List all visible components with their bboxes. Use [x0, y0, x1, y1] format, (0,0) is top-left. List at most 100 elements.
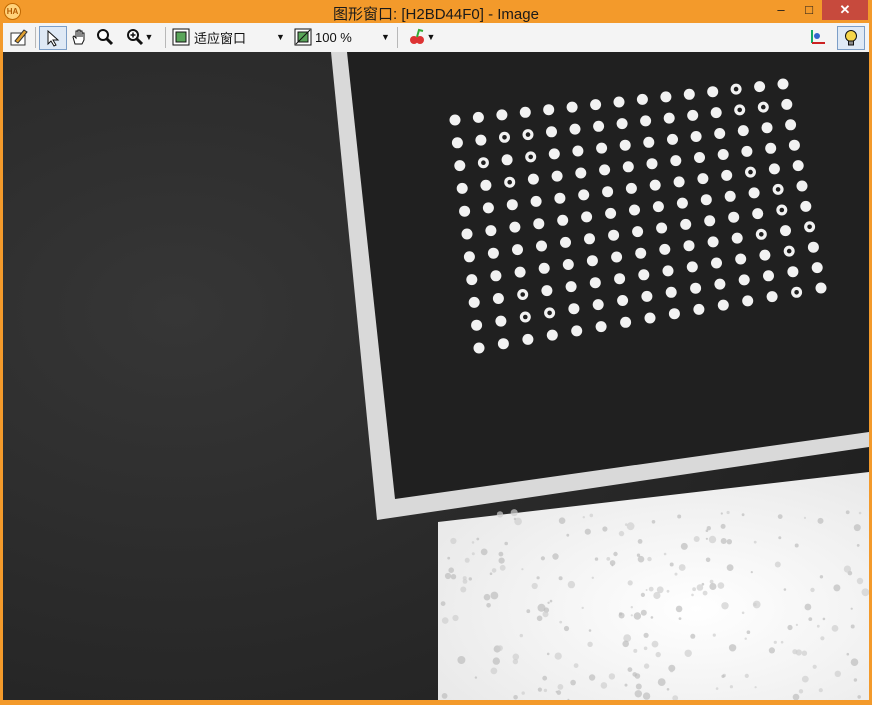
calibration-dot [780, 225, 791, 237]
foam-speckle [448, 567, 455, 573]
foam-speckle [651, 640, 659, 648]
foam-speckle [489, 572, 493, 575]
calibration-dot [512, 244, 523, 256]
calibration-dot [752, 208, 764, 220]
foam-speckle [546, 652, 550, 656]
foam-speckle [450, 574, 457, 580]
fit-mode-dropdown[interactable]: 适应窗口 ▼ [171, 26, 291, 48]
foam-speckle [633, 612, 642, 620]
foam-speckle [587, 641, 593, 647]
foam-speckle [674, 572, 678, 576]
zoom-level-dropdown[interactable]: 100 % ▼ [293, 26, 391, 48]
pan-tool-button[interactable] [67, 26, 91, 48]
calibration-dot [480, 179, 492, 191]
magnifier-icon [95, 27, 115, 47]
maximize-button[interactable]: □ [796, 0, 822, 20]
foam-speckle [556, 690, 562, 695]
calibration-dot [566, 101, 578, 113]
foam-speckle [741, 611, 745, 615]
calibration-dot [665, 286, 677, 298]
calibration-dot [765, 142, 777, 154]
calibration-dot [690, 282, 702, 294]
foam-speckle [588, 629, 592, 632]
calibration-dot [640, 115, 652, 127]
foam-speckle [570, 679, 576, 686]
foam-speckle [746, 630, 751, 634]
foam-speckle [787, 624, 793, 631]
edit-properties-button[interactable] [7, 26, 31, 48]
info-light-button[interactable] [837, 26, 865, 50]
foam-speckle [777, 514, 783, 519]
calibration-dot [663, 112, 675, 124]
calibration-dot [707, 86, 719, 98]
foam-speckle [795, 649, 802, 656]
foam-speckle [726, 564, 734, 571]
calibration-dot [551, 170, 563, 182]
foam-speckle [684, 649, 692, 657]
calibration-dot [533, 218, 545, 230]
calibration-dot [694, 152, 705, 163]
foam-speckle [801, 650, 808, 656]
calibration-dot [554, 192, 566, 204]
coordinate-tool-button[interactable] [805, 26, 829, 48]
foam-speckle [613, 551, 618, 557]
magnify-tool-button[interactable] [93, 26, 117, 48]
foam-speckle [558, 517, 566, 524]
calibration-dot [724, 190, 736, 202]
calibration-dot [546, 126, 557, 138]
calibration-dot [673, 176, 685, 188]
foam-speckle [780, 640, 784, 644]
foam-speckle [645, 589, 648, 591]
foam-speckle [677, 514, 682, 519]
calibration-dot [632, 226, 644, 238]
foam-speckle [853, 678, 858, 682]
foam-speckle [513, 517, 517, 521]
zoom-tool-dropdown[interactable]: ▼ [119, 26, 159, 48]
foam-speckle [709, 583, 717, 590]
close-button[interactable]: ✕ [822, 0, 868, 20]
calibration-dot [788, 139, 800, 151]
calibration-dot [546, 329, 558, 341]
calibration-ring-marker [737, 107, 742, 113]
calibration-dot [482, 202, 494, 214]
calibration-dot [792, 160, 804, 172]
foam-speckle [643, 632, 649, 638]
image-canvas[interactable] [3, 52, 869, 700]
chevron-down-icon: ▼ [144, 32, 154, 42]
foam-speckle [819, 575, 824, 579]
foam-speckle [512, 653, 520, 661]
foam-speckle [492, 657, 500, 665]
calibration-dot [635, 247, 647, 259]
window-title: 图形窗口: [H2BD44F0] - Image [333, 6, 539, 23]
foam-speckle [536, 576, 540, 580]
foam-speckle [721, 674, 725, 678]
calibration-dot [742, 295, 754, 307]
foam-speckle [643, 646, 648, 651]
calibration-dot [815, 282, 827, 294]
calibration-dot [676, 197, 688, 209]
calibration-dot [644, 312, 656, 324]
title-bar[interactable]: HA 图形窗口: [H2BD44F0] - Image – □ ✕ [0, 0, 872, 23]
foam-speckle [537, 687, 543, 692]
foam-speckle [647, 556, 652, 562]
foam-speckle [637, 555, 645, 563]
calibration-dot [619, 139, 631, 151]
zoom-level-icon [293, 27, 313, 47]
minimize-button[interactable]: – [766, 0, 796, 20]
color-settings-dropdown[interactable]: ▼ [401, 26, 441, 48]
calibration-ring-marker [525, 132, 531, 137]
calibration-ring-marker [502, 135, 507, 140]
calibration-dot [616, 118, 628, 130]
foam-speckle [702, 590, 708, 596]
foam-speckle [726, 539, 732, 545]
foam-speckle [663, 552, 667, 556]
foam-speckle [536, 615, 543, 622]
fit-mode-label: 适应窗口 [194, 30, 247, 46]
calibration-dot [472, 111, 484, 123]
calibration-dot [572, 145, 584, 157]
calibration-dot [463, 251, 475, 263]
foam-speckle [566, 533, 570, 537]
foam-speckle [471, 552, 475, 556]
calibration-dot [748, 187, 760, 199]
select-tool-button[interactable] [39, 26, 67, 50]
